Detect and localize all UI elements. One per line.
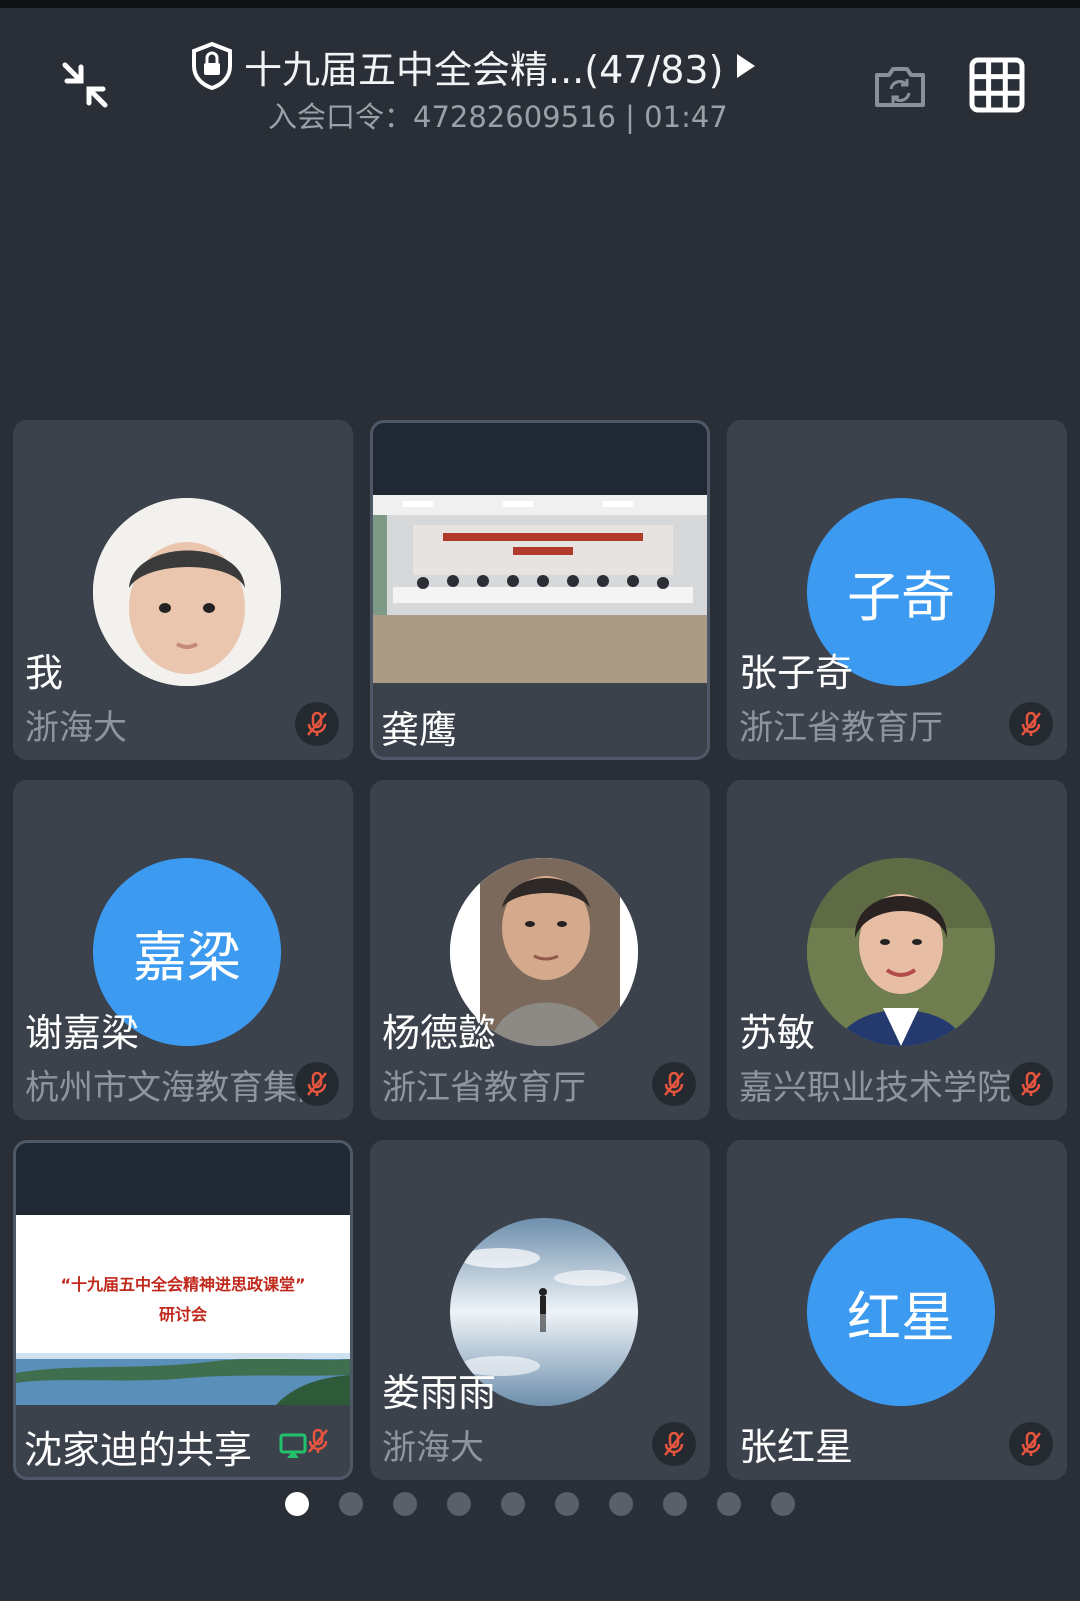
participant-name: 龚鹰 bbox=[381, 708, 458, 752]
page-dot[interactable] bbox=[555, 1492, 579, 1516]
play-triangle-icon[interactable] bbox=[737, 54, 756, 78]
screen-share-preview: “十九届五中全会精神进思政课堂” 研讨会 bbox=[16, 1215, 350, 1405]
page-dot[interactable] bbox=[501, 1492, 525, 1516]
coastline-image bbox=[16, 1353, 350, 1405]
participant-tile[interactable]: 龚鹰 bbox=[370, 420, 710, 760]
participant-tile[interactable]: “十九届五中全会精神进思政课堂” 研讨会 沈家迪的共享 bbox=[13, 1140, 353, 1480]
participant-org: 浙江省教育厅 bbox=[739, 708, 943, 748]
participant-tile[interactable]: 我 浙海大 bbox=[13, 420, 353, 760]
page-dot[interactable] bbox=[717, 1492, 741, 1516]
participant-org: 嘉兴职业技术学院 bbox=[739, 1068, 1011, 1108]
participant-tile[interactable]: 红星 张红星 bbox=[727, 1140, 1067, 1480]
participant-tile[interactable]: 子奇 张子奇 浙江省教育厅 bbox=[727, 420, 1067, 760]
page-dot[interactable] bbox=[771, 1492, 795, 1516]
shield-lock-icon bbox=[192, 41, 232, 91]
meeting-code-and-timer: 入会口令：47282609516 | 01:47 bbox=[268, 100, 728, 134]
participant-name: 我 bbox=[25, 651, 64, 695]
baby-photo-icon bbox=[93, 498, 281, 686]
page-dot[interactable] bbox=[663, 1492, 687, 1516]
participant-name: 张红星 bbox=[739, 1425, 854, 1469]
page-indicator[interactable] bbox=[0, 1492, 1080, 1522]
avatar bbox=[807, 858, 995, 1046]
woman-photo-icon bbox=[807, 858, 995, 1046]
grid-view-button[interactable] bbox=[960, 48, 1034, 122]
page-dot[interactable] bbox=[285, 1492, 309, 1516]
mic-muted-indicator bbox=[1009, 702, 1053, 746]
participant-tile[interactable]: 杨德懿 浙江省教育厅 bbox=[370, 780, 710, 1120]
minimize-button[interactable] bbox=[50, 50, 120, 120]
mic-muted-indicator bbox=[1009, 1062, 1053, 1106]
mic-muted-indicator bbox=[652, 1422, 696, 1466]
camera-switch-icon bbox=[875, 67, 925, 107]
participant-org: 浙海大 bbox=[25, 708, 127, 748]
mic-muted-indicator bbox=[295, 702, 339, 746]
mic-muted-indicator bbox=[295, 1062, 339, 1106]
mic-muted-icon bbox=[1021, 711, 1041, 736]
mic-muted-icon bbox=[664, 1071, 684, 1096]
mic-muted-icon bbox=[307, 1071, 327, 1096]
mic-muted-icon bbox=[308, 1428, 328, 1453]
video-frame-top bbox=[16, 1143, 350, 1215]
grid-view-icon bbox=[969, 57, 1025, 113]
participant-org: 浙江省教育厅 bbox=[382, 1068, 586, 1108]
meeting-title: 十九届五中全会精...(47/83) bbox=[244, 47, 724, 92]
initials-avatar: 红星 bbox=[807, 1218, 995, 1406]
participant-org: 浙海大 bbox=[382, 1428, 484, 1468]
avatar bbox=[93, 498, 281, 686]
participant-name: 沈家迪的共享 bbox=[24, 1428, 253, 1472]
minimize-arrows-icon bbox=[62, 62, 108, 108]
participant-name: 谢嘉梁 bbox=[25, 1011, 140, 1055]
page-dot[interactable] bbox=[609, 1492, 633, 1516]
page-dot[interactable] bbox=[339, 1492, 363, 1516]
mic-muted-indicator bbox=[296, 1419, 340, 1463]
mic-muted-indicator bbox=[652, 1062, 696, 1106]
mic-muted-icon bbox=[1021, 1071, 1041, 1096]
switch-camera-button[interactable] bbox=[865, 52, 935, 122]
participant-tile[interactable]: 嘉梁 谢嘉梁 杭州市文海教育集团 bbox=[13, 780, 353, 1120]
mic-muted-icon bbox=[1021, 1431, 1041, 1456]
mic-muted-indicator bbox=[1009, 1422, 1053, 1466]
page-dot[interactable] bbox=[393, 1492, 417, 1516]
status-bar-edge bbox=[0, 0, 1080, 8]
conference-video-feed bbox=[373, 495, 707, 683]
participant-name: 苏敏 bbox=[739, 1011, 816, 1055]
share-slide-subtitle: 研讨会 bbox=[158, 1305, 207, 1324]
mic-muted-icon bbox=[307, 711, 327, 736]
meeting-top-bar: 十九届五中全会精...(47/83) 入会口令：47282609516 | 01… bbox=[0, 0, 1080, 150]
participant-tile[interactable]: 苏敏 嘉兴职业技术学院 bbox=[727, 780, 1067, 1120]
share-slide-title: “十九届五中全会精神进思政课堂” bbox=[60, 1275, 306, 1294]
participant-org: 杭州市文海教育集团 bbox=[25, 1068, 331, 1108]
participant-name: 娄雨雨 bbox=[382, 1371, 497, 1415]
meeting-title-row[interactable]: 十九届五中全会精...(47/83) bbox=[190, 38, 756, 94]
participant-name: 张子奇 bbox=[739, 651, 854, 695]
video-frame-top bbox=[373, 423, 707, 495]
page-dot[interactable] bbox=[447, 1492, 471, 1516]
participant-name: 杨德懿 bbox=[382, 1011, 497, 1055]
participant-tile[interactable]: 娄雨雨 浙海大 bbox=[370, 1140, 710, 1480]
mic-muted-icon bbox=[664, 1431, 684, 1456]
